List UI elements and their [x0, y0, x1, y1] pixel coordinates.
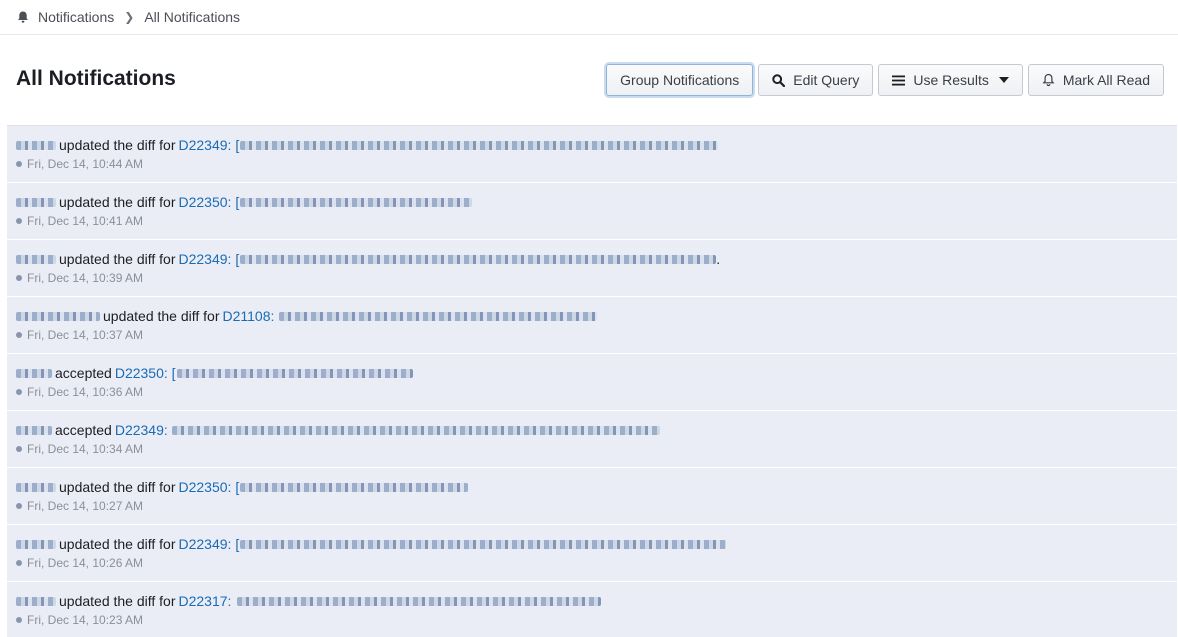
notification-time: Fri, Dec 14, 10:26 AM: [27, 556, 144, 570]
notification-verb: updated the diff for: [59, 251, 176, 267]
redacted-author[interactable]: [16, 197, 56, 207]
redacted-author[interactable]: [16, 425, 52, 435]
redacted-revision-title[interactable]: [176, 368, 413, 378]
mark-all-read-button[interactable]: Mark All Read: [1027, 64, 1164, 96]
unread-dot-icon: [16, 446, 22, 452]
unread-dot-icon: [16, 503, 22, 509]
redacted-revision-title[interactable]: [240, 140, 719, 150]
notification-verb: updated the diff for: [59, 194, 176, 210]
unread-dot-icon: [16, 617, 22, 623]
redacted-revision-title[interactable]: [240, 254, 717, 264]
notification-verb: updated the diff for: [59, 536, 176, 552]
notification-verb: updated the diff for: [59, 479, 176, 495]
redacted-author[interactable]: [16, 482, 56, 492]
notification-time: Fri, Dec 14, 10:39 AM: [27, 271, 144, 285]
group-notifications-label: Group Notifications: [620, 72, 740, 88]
unread-dot-icon: [16, 218, 22, 224]
use-results-button[interactable]: Use Results: [878, 64, 1023, 96]
notification-item[interactable]: updated the diff for D21108: Fri, Dec 14…: [7, 297, 1177, 354]
notification-time: Fri, Dec 14, 10:41 AM: [27, 214, 144, 228]
revision-link[interactable]: D22349:: [115, 422, 168, 438]
notification-verb: accepted: [55, 422, 112, 438]
notification-item[interactable]: updated the diff for D22350: [ Fri, Dec …: [7, 183, 1177, 240]
notification-list: updated the diff for D22349: [ Fri, Dec …: [7, 125, 1177, 637]
notification-verb: updated the diff for: [59, 593, 176, 609]
revision-link[interactable]: D21108:: [223, 308, 275, 324]
edit-query-button[interactable]: Edit Query: [758, 64, 874, 96]
redacted-revision-title[interactable]: [240, 539, 727, 549]
notification-time: Fri, Dec 14, 10:36 AM: [27, 385, 144, 399]
revision-link[interactable]: D22349: [: [179, 536, 240, 552]
breadcrumb-notifications-link[interactable]: Notifications: [38, 9, 114, 25]
edit-query-label: Edit Query: [793, 72, 860, 88]
notification-item[interactable]: updated the diff for D22350: [ Fri, Dec …: [7, 468, 1177, 525]
revision-link[interactable]: D22349: [: [179, 137, 240, 153]
unread-dot-icon: [16, 161, 22, 167]
search-icon: [772, 73, 786, 87]
group-notifications-button[interactable]: Group Notifications: [606, 64, 754, 96]
redacted-author[interactable]: [16, 539, 56, 549]
redacted-author[interactable]: [16, 311, 100, 321]
breadcrumb-current: All Notifications: [144, 9, 241, 25]
notification-time: Fri, Dec 14, 10:34 AM: [27, 442, 144, 456]
redacted-author[interactable]: [16, 596, 56, 606]
revision-link[interactable]: D22350: [: [179, 479, 240, 495]
notification-item[interactable]: accepted D22349: Fri, Dec 14, 10:34 AM: [7, 411, 1177, 468]
redacted-author[interactable]: [16, 368, 52, 378]
redacted-revision-title[interactable]: [279, 311, 598, 321]
notification-item[interactable]: updated the diff for D22349: [ . Fri, De…: [7, 240, 1177, 297]
revision-link[interactable]: D22350: [: [115, 365, 176, 381]
notification-verb: accepted: [55, 365, 112, 381]
revision-link[interactable]: D22349: [: [179, 251, 240, 267]
unread-dot-icon: [16, 332, 22, 338]
notification-time: Fri, Dec 14, 10:44 AM: [27, 157, 144, 171]
redacted-author[interactable]: [16, 140, 56, 150]
notification-time: Fri, Dec 14, 10:37 AM: [27, 328, 144, 342]
header-actions: Group Notifications Edit Query Use Resul…: [606, 64, 1164, 96]
page-title: All Notifications: [16, 67, 176, 90]
redacted-revision-title[interactable]: [171, 425, 660, 435]
redacted-author[interactable]: [16, 254, 56, 264]
bell-icon: [16, 10, 30, 24]
redacted-revision-title[interactable]: [240, 197, 473, 207]
use-results-label: Use Results: [913, 72, 989, 88]
list-icon: [892, 75, 906, 85]
unread-dot-icon: [16, 560, 22, 566]
notification-item[interactable]: accepted D22350: [ Fri, Dec 14, 10:36 AM: [7, 354, 1177, 411]
revision-link[interactable]: D22317:: [179, 593, 232, 609]
unread-dot-icon: [16, 389, 22, 395]
unread-dot-icon: [16, 275, 22, 281]
notification-item[interactable]: updated the diff for D22317: Fri, Dec 14…: [7, 582, 1177, 637]
chevron-right-icon: ❯: [124, 10, 135, 24]
bell-outline-icon: [1042, 73, 1055, 87]
notification-verb: updated the diff for: [103, 308, 220, 324]
revision-link[interactable]: D22350: [: [179, 194, 240, 210]
notification-time: Fri, Dec 14, 10:27 AM: [27, 499, 144, 513]
revision-title-tail: .: [716, 251, 721, 267]
redacted-revision-title[interactable]: [237, 596, 602, 606]
notification-time: Fri, Dec 14, 10:23 AM: [27, 613, 144, 627]
breadcrumb: Notifications ❯ All Notifications: [0, 0, 1178, 35]
mark-all-read-label: Mark All Read: [1062, 72, 1150, 88]
notification-item[interactable]: updated the diff for D22349: [ Fri, Dec …: [7, 525, 1177, 582]
notification-item[interactable]: updated the diff for D22349: [ Fri, Dec …: [7, 126, 1177, 183]
caret-down-icon: [998, 77, 1009, 83]
notification-verb: updated the diff for: [59, 137, 176, 153]
redacted-revision-title[interactable]: [240, 482, 469, 492]
